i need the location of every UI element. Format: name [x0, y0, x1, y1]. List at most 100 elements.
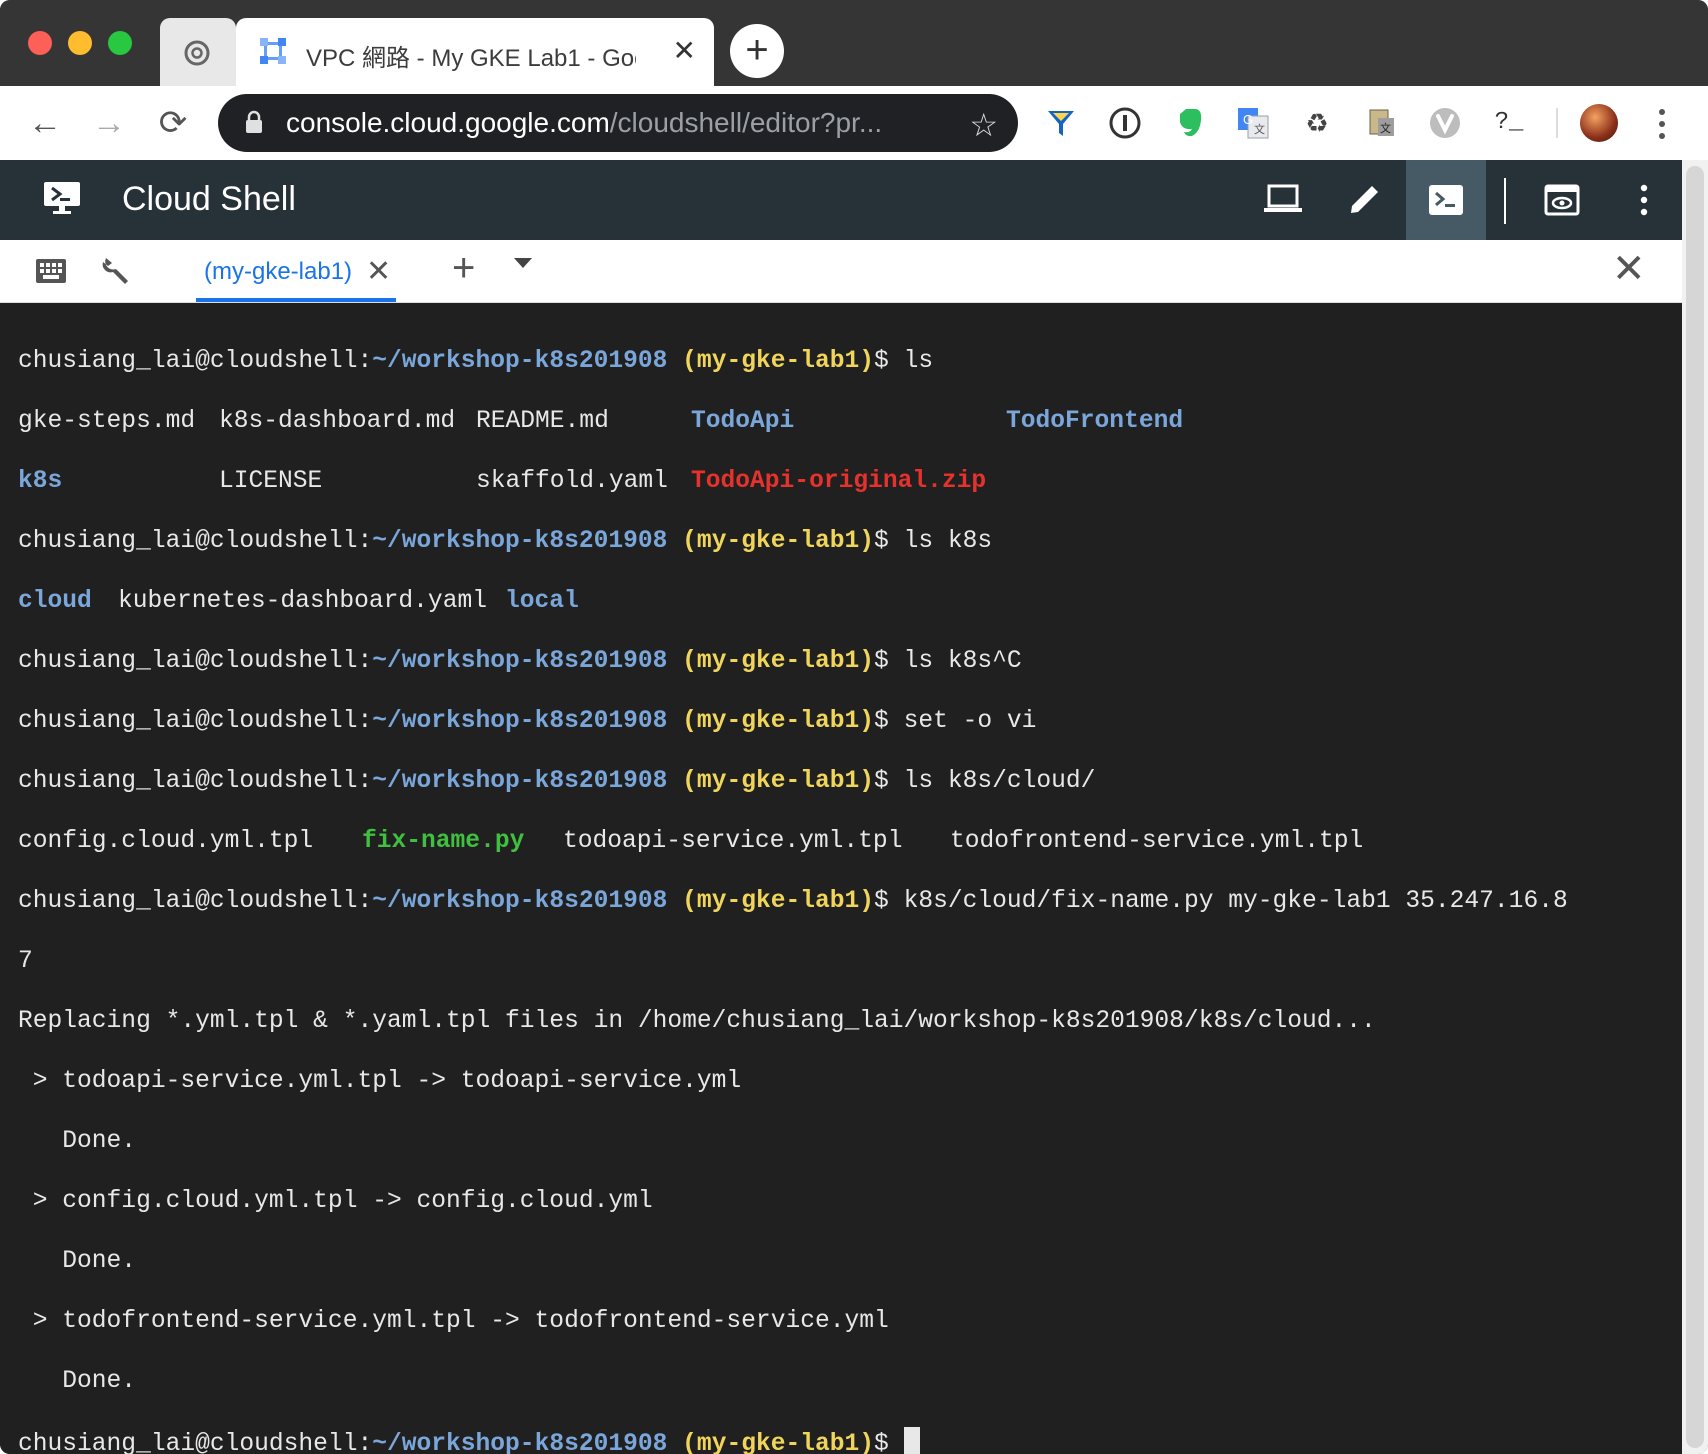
recycle-icon[interactable]: ♻	[1300, 106, 1334, 140]
file-entry: skaffold.yaml	[476, 468, 668, 495]
terminal-line: > config.cloud.yml.tpl -> config.cloud.y…	[18, 1187, 1568, 1217]
file-entry: config.cloud.yml.tpl	[18, 828, 314, 855]
command-text: ls k8s/cloud/	[903, 768, 1096, 795]
exec-entry: fix-name.py	[362, 828, 525, 855]
tab-title: VPC 網路 - My GKE Lab1 - Goo	[306, 45, 636, 72]
back-button[interactable]: ←	[22, 100, 68, 146]
reload-button[interactable]: ⟳	[150, 100, 196, 146]
prompt-user: chusiang_lai@cloudshell:	[18, 708, 373, 735]
cloud-shell-header: Cloud Shell	[0, 160, 1682, 240]
dictionary-icon[interactable]: 文	[1364, 106, 1398, 140]
cloud-shell-menu-button[interactable]	[1604, 160, 1684, 240]
minimize-window-button[interactable]	[68, 31, 92, 55]
svg-text:文: 文	[1254, 122, 1265, 136]
funnel-icon[interactable]	[1044, 106, 1078, 140]
open-editor-button[interactable]	[1324, 160, 1404, 240]
evernote-icon[interactable]	[1172, 106, 1206, 140]
dir-entry: TodoFrontend	[1006, 408, 1184, 435]
output-text: > todoapi-service.yml.tpl -> todoapi-ser…	[18, 1068, 742, 1095]
close-terminal-tab-icon[interactable]: ✕	[366, 254, 391, 289]
tab-my-gke-lab1[interactable]: (my-gke-lab1) ✕	[196, 240, 396, 302]
close-window-button[interactable]	[28, 31, 52, 55]
vivaldi-icon[interactable]	[1428, 106, 1462, 140]
prompt-project: (my-gke-lab1)	[682, 348, 875, 375]
terminal-tab-label: (my-gke-lab1)	[204, 258, 353, 285]
laptop-view-button[interactable]	[1242, 160, 1322, 240]
forward-button[interactable]: →	[86, 100, 132, 146]
vpc-network-icon	[260, 38, 286, 64]
terminal-line: chusiang_lai@cloudshell:~/workshop-k8s20…	[18, 707, 1568, 737]
prompt-path: ~/workshop-k8s201908	[372, 1431, 668, 1454]
header-separator	[1504, 178, 1506, 224]
prompt-symbol: $	[874, 768, 904, 795]
web-preview-button[interactable]	[1522, 160, 1602, 240]
terminal-line: chusiang_lai@cloudshell:~/workshop-k8s20…	[18, 1427, 1568, 1454]
active-browser-tab[interactable]: VPC 網路 - My GKE Lab1 - Goo ✕	[236, 18, 714, 86]
terminal-output: chusiang_lai@cloudshell:~/workshop-k8s20…	[18, 317, 1568, 1454]
file-entry: kubernetes-dashboard.yaml	[118, 588, 487, 615]
browser-toolbar: ← → ⟳ console.cloud.google.com/cloudshel…	[0, 86, 1708, 160]
terminal-line: 7	[18, 947, 1568, 977]
prompt-project: (my-gke-lab1)	[682, 648, 875, 675]
pencil-icon	[1351, 186, 1378, 213]
terminal-line: chusiang_lai@cloudshell:~/workshop-k8s20…	[18, 347, 1568, 377]
tab-strip: VPC 網路 - My GKE Lab1 - Goo ✕ +	[0, 0, 1708, 86]
prompt-project: (my-gke-lab1)	[682, 888, 875, 915]
browser-window: VPC 網路 - My GKE Lab1 - Goo ✕ + ← → ⟳ con…	[0, 0, 1708, 1454]
command-text: set -o vi	[903, 708, 1037, 735]
google-translate-icon[interactable]: G 文	[1236, 106, 1270, 140]
terminal-line: > todoapi-service.yml.tpl -> todoapi-ser…	[18, 1067, 1568, 1097]
file-entry: LICENSE	[219, 468, 323, 495]
prompt-path: ~/workshop-k8s201908	[372, 528, 668, 555]
prompt-user: chusiang_lai@cloudshell:	[18, 528, 373, 555]
wrench-icon[interactable]	[100, 254, 134, 288]
terminal-cursor[interactable]	[903, 1427, 920, 1454]
prompt-symbol: $	[874, 708, 904, 735]
laptop-icon	[1264, 184, 1302, 212]
zoom-window-button[interactable]	[108, 31, 132, 55]
dir-entry: local	[505, 588, 579, 615]
terminal-extension-icon[interactable]: ?_	[1492, 106, 1526, 140]
output-text: > config.cloud.yml.tpl -> config.cloud.y…	[18, 1188, 653, 1215]
terminal-line: chusiang_lai@cloudshell:~/workshop-k8s20…	[18, 887, 1568, 917]
prompt-user: chusiang_lai@cloudshell:	[18, 768, 373, 795]
cloud-shell-title: Cloud Shell	[122, 180, 296, 218]
file-entry: todoapi-service.yml.tpl	[563, 828, 903, 855]
url-host: console.cloud.google.com	[286, 107, 610, 138]
command-text: k8s/cloud/fix-name.py my-gke-lab1 35.247…	[903, 888, 1568, 915]
file-entry: README.md	[476, 408, 609, 435]
close-tab-icon[interactable]: ✕	[673, 34, 696, 67]
page-scrollbar-thumb[interactable]	[1686, 166, 1704, 1448]
file-entry: todofrontend-service.yml.tpl	[950, 828, 1364, 855]
pinned-tab[interactable]	[160, 18, 236, 86]
terminal-line: Done.	[18, 1367, 1568, 1397]
prompt-user: chusiang_lai@cloudshell:	[18, 888, 373, 915]
output-text: Done.	[18, 1128, 137, 1155]
terminal-line: chusiang_lai@cloudshell:~/workshop-k8s20…	[18, 527, 1568, 557]
address-bar[interactable]: console.cloud.google.com/cloudshell/edit…	[218, 94, 1018, 152]
terminal-line: Replacing *.yml.tpl & *.yaml.tpl files i…	[18, 1007, 1568, 1037]
browser-menu-icon[interactable]	[1652, 104, 1672, 144]
prompt-project: (my-gke-lab1)	[682, 1431, 875, 1454]
prompt-project: (my-gke-lab1)	[682, 708, 875, 735]
prompt-path: ~/workshop-k8s201908	[372, 888, 668, 915]
open-terminal-button[interactable]	[1406, 160, 1486, 240]
terminal-icon	[1429, 185, 1463, 215]
terminal-line: chusiang_lai@cloudshell:~/workshop-k8s20…	[18, 767, 1568, 797]
keyboard-icon[interactable]	[34, 254, 68, 288]
tab-dropdown-icon[interactable]	[514, 258, 532, 268]
terminal-line: gke-steps.md k8s-dashboard.md README.md Tod…	[18, 407, 1568, 437]
new-tab-button[interactable]: +	[730, 24, 784, 78]
close-cloud-shell-icon[interactable]: ✕	[1612, 246, 1646, 292]
bookmark-star-icon[interactable]: ☆	[969, 106, 998, 144]
profile-avatar[interactable]	[1580, 104, 1618, 142]
add-terminal-tab-button[interactable]: +	[452, 246, 475, 291]
terminal-pane[interactable]: chusiang_lai@cloudshell:~/workshop-k8s20…	[0, 303, 1682, 1454]
1password-icon[interactable]	[1108, 106, 1142, 140]
output-text: > todofrontend-service.yml.tpl -> todofr…	[18, 1308, 889, 1335]
prompt-symbol: $	[874, 348, 904, 375]
url-text[interactable]: console.cloud.google.com/cloudshell/edit…	[286, 107, 946, 139]
file-entry: gke-steps.md	[18, 408, 196, 435]
terminal-line: Done.	[18, 1247, 1568, 1277]
terminal-tab-bar: (my-gke-lab1) ✕ + ✕	[0, 240, 1682, 303]
